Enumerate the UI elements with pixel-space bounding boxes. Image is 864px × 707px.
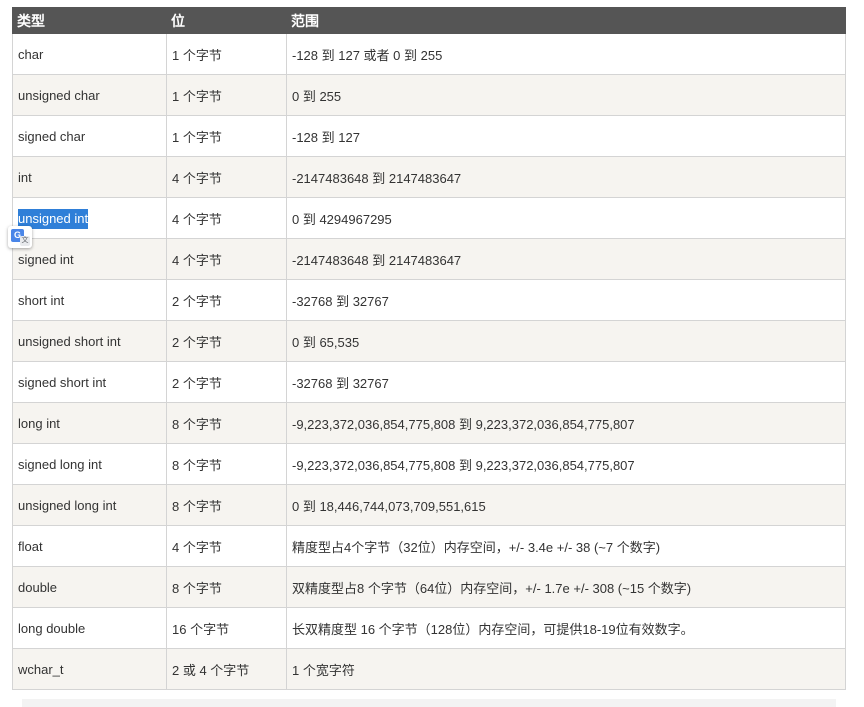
cell-range: 长双精度型 16 个字节（128位）内存空间，可提供18-19位有效数字。 xyxy=(286,607,846,649)
header-type: 类型 xyxy=(12,7,167,34)
cell-range: 精度型占4个字节（32位）内存空间，+/- 3.4e +/- 38 (~7 个数… xyxy=(286,525,846,567)
cell-size: 1 个字节 xyxy=(166,33,287,75)
type-text: double xyxy=(18,579,58,595)
cell-type: unsigned char xyxy=(12,74,167,116)
cell-type: long int xyxy=(12,402,167,444)
table-row: float 4 个字节 精度型占4个字节（32位）内存空间，+/- 3.4e +/-… xyxy=(12,525,846,567)
cell-type: int xyxy=(12,156,167,198)
type-text: unsigned char xyxy=(18,87,100,103)
type-text: signed int xyxy=(18,251,74,267)
next-section-strip xyxy=(22,699,836,707)
table-row: signed char 1 个字节 -128 到 127 xyxy=(12,115,846,157)
table-row: char 1 个字节 -128 到 127 或者 0 到 255 xyxy=(12,33,846,75)
cell-size: 8 个字节 xyxy=(166,443,287,485)
cell-type: float xyxy=(12,525,167,567)
cell-type: wchar_t xyxy=(12,648,167,690)
cell-range: 0 到 18,446,744,073,709,551,615 xyxy=(286,484,846,526)
cell-type: signed long int xyxy=(12,443,167,485)
translate-popup-button[interactable]: G 文 xyxy=(8,226,32,248)
cell-size: 4 个字节 xyxy=(166,156,287,198)
cell-range: -2147483648 到 2147483647 xyxy=(286,238,846,280)
cell-type: long double xyxy=(12,607,167,649)
cell-type: signed char xyxy=(12,115,167,157)
header-size: 位 xyxy=(166,7,287,34)
type-text: unsigned long int xyxy=(18,497,117,513)
data-types-table: 类型 位 范围 char 1 个字节 -128 到 127 或者 0 到 255 un… xyxy=(12,7,846,690)
cell-range: -9,223,372,036,854,775,808 到 9,223,372,0… xyxy=(286,402,846,444)
table-header-row: 类型 位 范围 xyxy=(12,7,846,34)
cell-type: unsigned int xyxy=(12,197,167,239)
table-row: short int 2 个字节 -32768 到 32767 xyxy=(12,279,846,321)
type-text: int xyxy=(18,169,32,185)
cell-size: 4 个字节 xyxy=(166,238,287,280)
table-row: double 8 个字节 双精度型占8 个字节（64位）内存空间，+/- 1.7e … xyxy=(12,566,846,608)
cell-range: -32768 到 32767 xyxy=(286,279,846,321)
table-row: unsigned long int 8 个字节 0 到 18,446,744,073… xyxy=(12,484,846,526)
cell-type: signed short int xyxy=(12,361,167,403)
table-row: wchar_t 2 或 4 个字节 1 个宽字符 xyxy=(12,648,846,690)
type-text: float xyxy=(18,538,43,554)
cell-range: 双精度型占8 个字节（64位）内存空间，+/- 1.7e +/- 308 (~1… xyxy=(286,566,846,608)
table-row: long double 16 个字节 长双精度型 16 个字节（128位）内存空间，… xyxy=(12,607,846,649)
table-row: long int 8 个字节 -9,223,372,036,854,775,808 … xyxy=(12,402,846,444)
cell-range: -9,223,372,036,854,775,808 到 9,223,372,0… xyxy=(286,443,846,485)
type-text: signed char xyxy=(18,128,86,144)
cell-range: 1 个宽字符 xyxy=(286,648,846,690)
table-row: signed int 4 个字节 -2147483648 到 2147483647 xyxy=(12,238,846,280)
cell-range: 0 到 4294967295 xyxy=(286,197,846,239)
cell-range: -128 到 127 或者 0 到 255 xyxy=(286,33,846,75)
type-text: signed short int xyxy=(18,374,107,390)
table-row: signed short int 2 个字节 -32768 到 32767 xyxy=(12,361,846,403)
type-text: wchar_t xyxy=(18,661,64,677)
type-text: char xyxy=(18,46,44,62)
cell-size: 1 个字节 xyxy=(166,74,287,116)
cell-size: 8 个字节 xyxy=(166,484,287,526)
cell-size: 1 个字节 xyxy=(166,115,287,157)
cell-type: short int xyxy=(12,279,167,321)
cell-size: 2 或 4 个字节 xyxy=(166,648,287,690)
cell-size: 8 个字节 xyxy=(166,566,287,608)
cell-size: 2 个字节 xyxy=(166,279,287,321)
type-text: signed long int xyxy=(18,456,102,472)
table-row: int 4 个字节 -2147483648 到 2147483647 xyxy=(12,156,846,198)
cell-range: -128 到 127 xyxy=(286,115,846,157)
type-text: short int xyxy=(18,292,65,308)
type-text: long double xyxy=(18,620,86,636)
cell-type: unsigned long int xyxy=(12,484,167,526)
table-row: signed long int 8 个字节 -9,223,372,036,854,7… xyxy=(12,443,846,485)
cell-type: double xyxy=(12,566,167,608)
cell-size: 2 个字节 xyxy=(166,320,287,362)
table-row: unsigned char 1 个字节 0 到 255 xyxy=(12,74,846,116)
cell-range: -2147483648 到 2147483647 xyxy=(286,156,846,198)
cell-size: 4 个字节 xyxy=(166,197,287,239)
cell-size: 16 个字节 xyxy=(166,607,287,649)
type-text: unsigned short int xyxy=(18,333,121,349)
cell-type: unsigned short int xyxy=(12,320,167,362)
cell-type: char xyxy=(12,33,167,75)
header-range: 范围 xyxy=(286,7,846,34)
cell-size: 8 个字节 xyxy=(166,402,287,444)
cell-size: 2 个字节 xyxy=(166,361,287,403)
cell-type: signed int xyxy=(12,238,167,280)
cell-range: 0 到 255 xyxy=(286,74,846,116)
cell-size: 4 个字节 xyxy=(166,525,287,567)
page: 类型 位 范围 char 1 个字节 -128 到 127 或者 0 到 255 un… xyxy=(0,0,864,707)
table-row: unsigned int 4 个字节 0 到 4294967295 xyxy=(12,197,846,239)
type-text: long int xyxy=(18,415,60,431)
table-row: unsigned short int 2 个字节 0 到 65,535 xyxy=(12,320,846,362)
translate-glyph-icon: 文 xyxy=(20,236,30,246)
cell-range: 0 到 65,535 xyxy=(286,320,846,362)
cell-range: -32768 到 32767 xyxy=(286,361,846,403)
